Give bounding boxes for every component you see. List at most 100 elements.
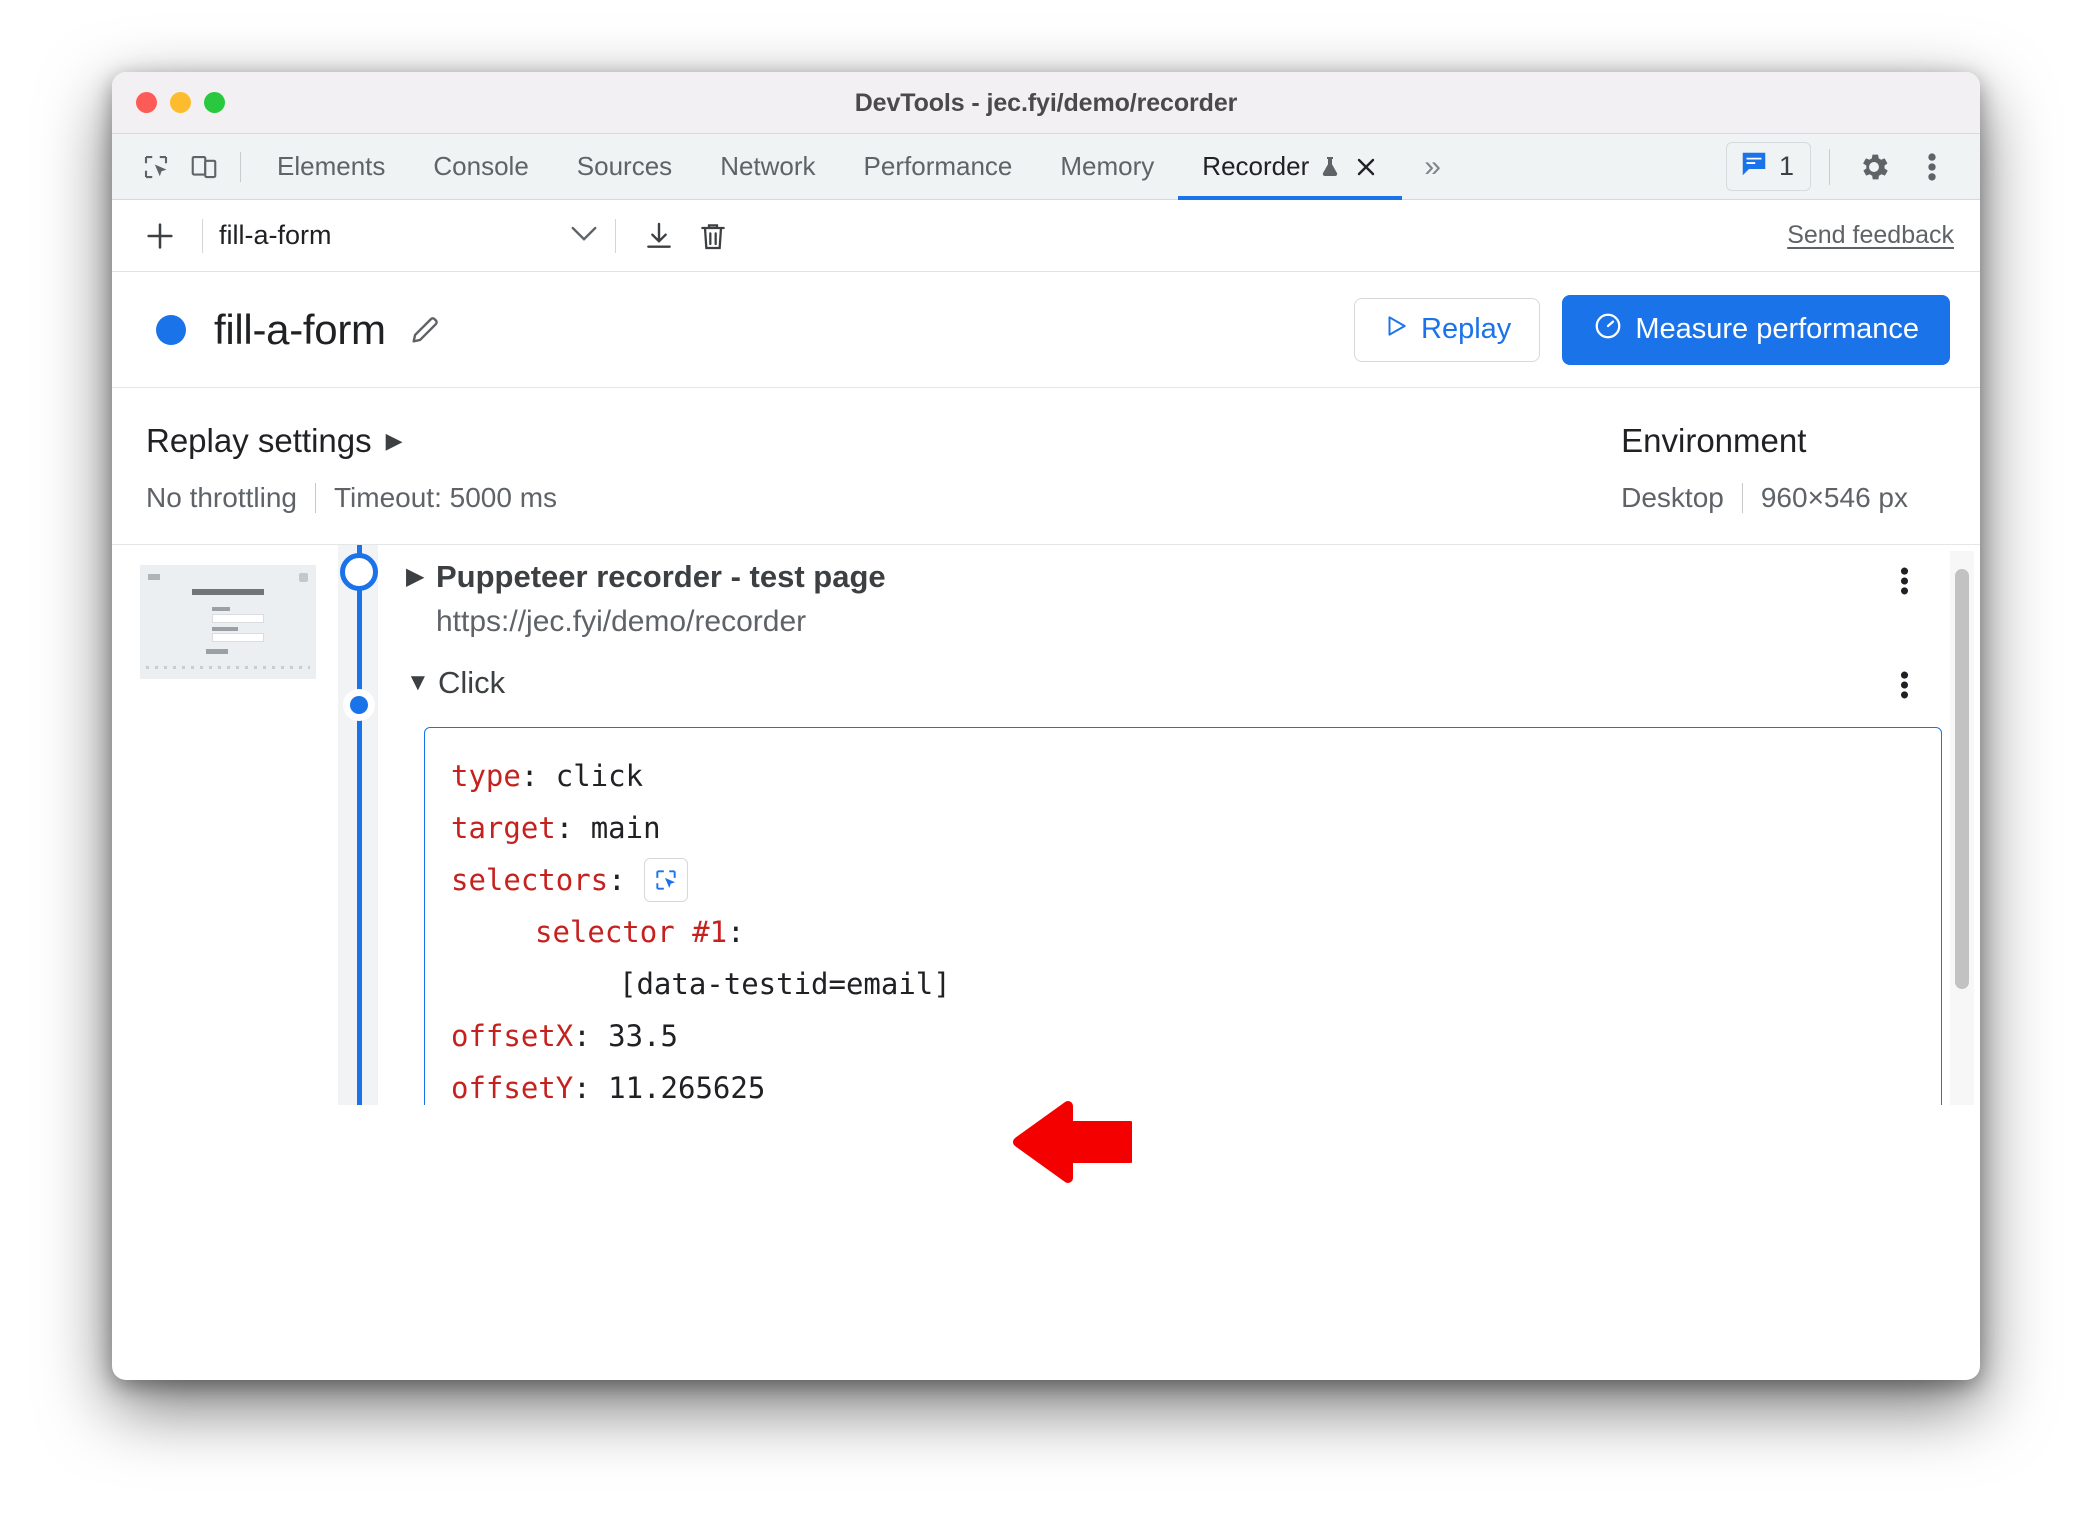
step-navigate[interactable]: ▶ Puppeteer recorder - test page https:/… — [378, 545, 1942, 639]
code-line-selectors: selectors: — [451, 854, 1915, 906]
send-feedback-link[interactable]: Send feedback — [1787, 221, 1954, 250]
tab-performance[interactable]: Performance — [840, 134, 1037, 200]
tab-memory[interactable]: Memory — [1036, 134, 1178, 200]
chevron-right-icon[interactable]: ▶ — [406, 555, 436, 599]
throttling-value: No throttling — [146, 482, 297, 513]
step-navigate-body: Puppeteer recorder - test page https://j… — [436, 555, 886, 639]
device-toolbar-icon[interactable] — [180, 143, 228, 191]
tab-elements[interactable]: Elements — [253, 134, 409, 200]
thumb-footer — [146, 666, 310, 669]
replay-settings-toggle[interactable]: Replay settings ▶ — [146, 422, 557, 460]
device-value: Desktop — [1621, 482, 1724, 513]
step-click-title: Click — [438, 665, 506, 700]
chevron-right-icon: ▶ — [385, 428, 403, 453]
close-window-button[interactable] — [136, 92, 157, 113]
code-value[interactable]: main — [591, 802, 661, 854]
export-recording-icon[interactable] — [632, 209, 686, 263]
chevron-down-icon — [569, 223, 599, 249]
performance-gauge-icon — [1593, 311, 1623, 349]
panel-tabs: Elements Console Sources Network Perform… — [253, 134, 1463, 200]
step-click[interactable]: ▼ Click — [378, 639, 1942, 705]
window-title: DevTools - jec.fyi/demo/recorder — [854, 88, 1238, 117]
code-value[interactable]: 33.5 — [608, 1010, 678, 1062]
toolbar-divider — [202, 218, 203, 253]
message-count: 1 — [1778, 151, 1794, 181]
environment-summary: Desktop 960×546 px — [1621, 482, 1908, 514]
code-value[interactable]: 11.265625 — [608, 1062, 765, 1105]
close-icon[interactable] — [1354, 155, 1378, 179]
create-recording-button[interactable] — [134, 210, 186, 262]
toolbar-divider — [615, 218, 616, 253]
timeline-line — [357, 545, 362, 1105]
thumb-label — [212, 607, 230, 611]
thumb-corner-icon — [299, 573, 308, 582]
tab-label: Elements — [277, 151, 386, 181]
steps-list: ▶ Puppeteer recorder - test page https:/… — [378, 545, 1980, 1105]
code-value[interactable]: click — [556, 750, 643, 802]
screenshot-thumbnail-col — [112, 545, 338, 1105]
thumb-label — [212, 627, 238, 631]
step-navigate-url: https://jec.fyi/demo/recorder — [436, 605, 807, 638]
select-element-picker-icon[interactable] — [643, 858, 688, 902]
tab-network[interactable]: Network — [696, 134, 839, 200]
delete-recording-icon[interactable] — [686, 209, 740, 263]
steps-scrollbar[interactable] — [1950, 551, 1974, 1105]
tab-console[interactable]: Console — [409, 134, 552, 200]
thumb-input — [212, 614, 264, 623]
message-icon — [1739, 149, 1769, 184]
code-line-selector-1: selector #1: — [451, 906, 1915, 958]
tab-label: Memory — [1060, 151, 1155, 181]
timeline-rail — [338, 545, 378, 1105]
tab-label: Network — [720, 151, 816, 181]
experimental-flask-icon — [1318, 154, 1342, 180]
summary-divider — [314, 483, 316, 513]
code-value-selector[interactable]: [data-testid=email] — [619, 958, 951, 1010]
code-line-offsetx: offsetX: 33.5 — [451, 1010, 1915, 1062]
replay-settings-label: Replay settings — [146, 422, 372, 459]
steps-area: ▶ Puppeteer recorder - test page https:/… — [112, 545, 1980, 1105]
scrollbar-thumb[interactable] — [1955, 569, 1969, 989]
recording-select-value: fill-a-form — [219, 220, 332, 250]
step-menu-kebab-icon[interactable] — [1882, 559, 1926, 603]
measure-performance-label: Measure performance — [1635, 313, 1919, 345]
toolbar-divider — [240, 151, 241, 182]
code-line-selector-1-value: [data-testid=email] — [451, 958, 1915, 1010]
tab-label: Recorder — [1202, 151, 1310, 181]
tab-label: Console — [433, 151, 529, 181]
zoom-window-button[interactable] — [204, 92, 225, 113]
step-navigate-title: Puppeteer recorder - test page — [436, 559, 886, 594]
code-key: offsetX — [451, 1019, 574, 1053]
edit-pencil-icon[interactable] — [408, 313, 442, 347]
measure-performance-button[interactable]: Measure performance — [1562, 294, 1950, 365]
minimize-window-button[interactable] — [170, 92, 191, 113]
environment-title: Environment — [1621, 422, 1807, 459]
replay-settings-summary: No throttling Timeout: 5000 ms — [146, 482, 557, 514]
inspect-element-icon[interactable] — [132, 143, 180, 191]
timeline-node-navigate[interactable] — [340, 553, 378, 591]
tab-sources[interactable]: Sources — [553, 134, 696, 200]
step-screenshot-thumbnail[interactable] — [140, 565, 316, 679]
thumb-submit — [206, 649, 228, 654]
chevron-down-icon[interactable]: ▼ — [406, 661, 438, 705]
gear-icon[interactable] — [1848, 141, 1900, 193]
page-title: fill-a-form — [214, 305, 386, 353]
tabbar-divider — [1829, 148, 1830, 185]
step-menu-kebab-icon[interactable] — [1882, 663, 1926, 707]
more-tabs-icon[interactable]: » — [1402, 134, 1463, 200]
timeout-value: Timeout: 5000 ms — [333, 482, 558, 513]
recorder-toolbar: fill-a-form Send feedback — [112, 200, 1980, 272]
thumb-logo — [148, 574, 160, 580]
timeline-node-click[interactable] — [343, 689, 375, 721]
code-key: selector #1 — [535, 915, 728, 949]
tab-recorder[interactable]: Recorder — [1178, 134, 1403, 200]
code-line-target: target: main — [451, 802, 1915, 854]
recording-select[interactable]: fill-a-form — [219, 220, 599, 251]
devtools-tabbar: Elements Console Sources Network Perform… — [112, 134, 1980, 200]
replay-button-label: Replay — [1421, 313, 1512, 345]
code-key: type — [451, 759, 521, 793]
main-menu-kebab-icon[interactable] — [1906, 141, 1958, 193]
replay-button[interactable]: Replay — [1354, 297, 1541, 362]
code-key: selectors — [451, 863, 609, 897]
console-messages-button[interactable]: 1 — [1725, 142, 1811, 191]
play-icon — [1383, 313, 1409, 347]
